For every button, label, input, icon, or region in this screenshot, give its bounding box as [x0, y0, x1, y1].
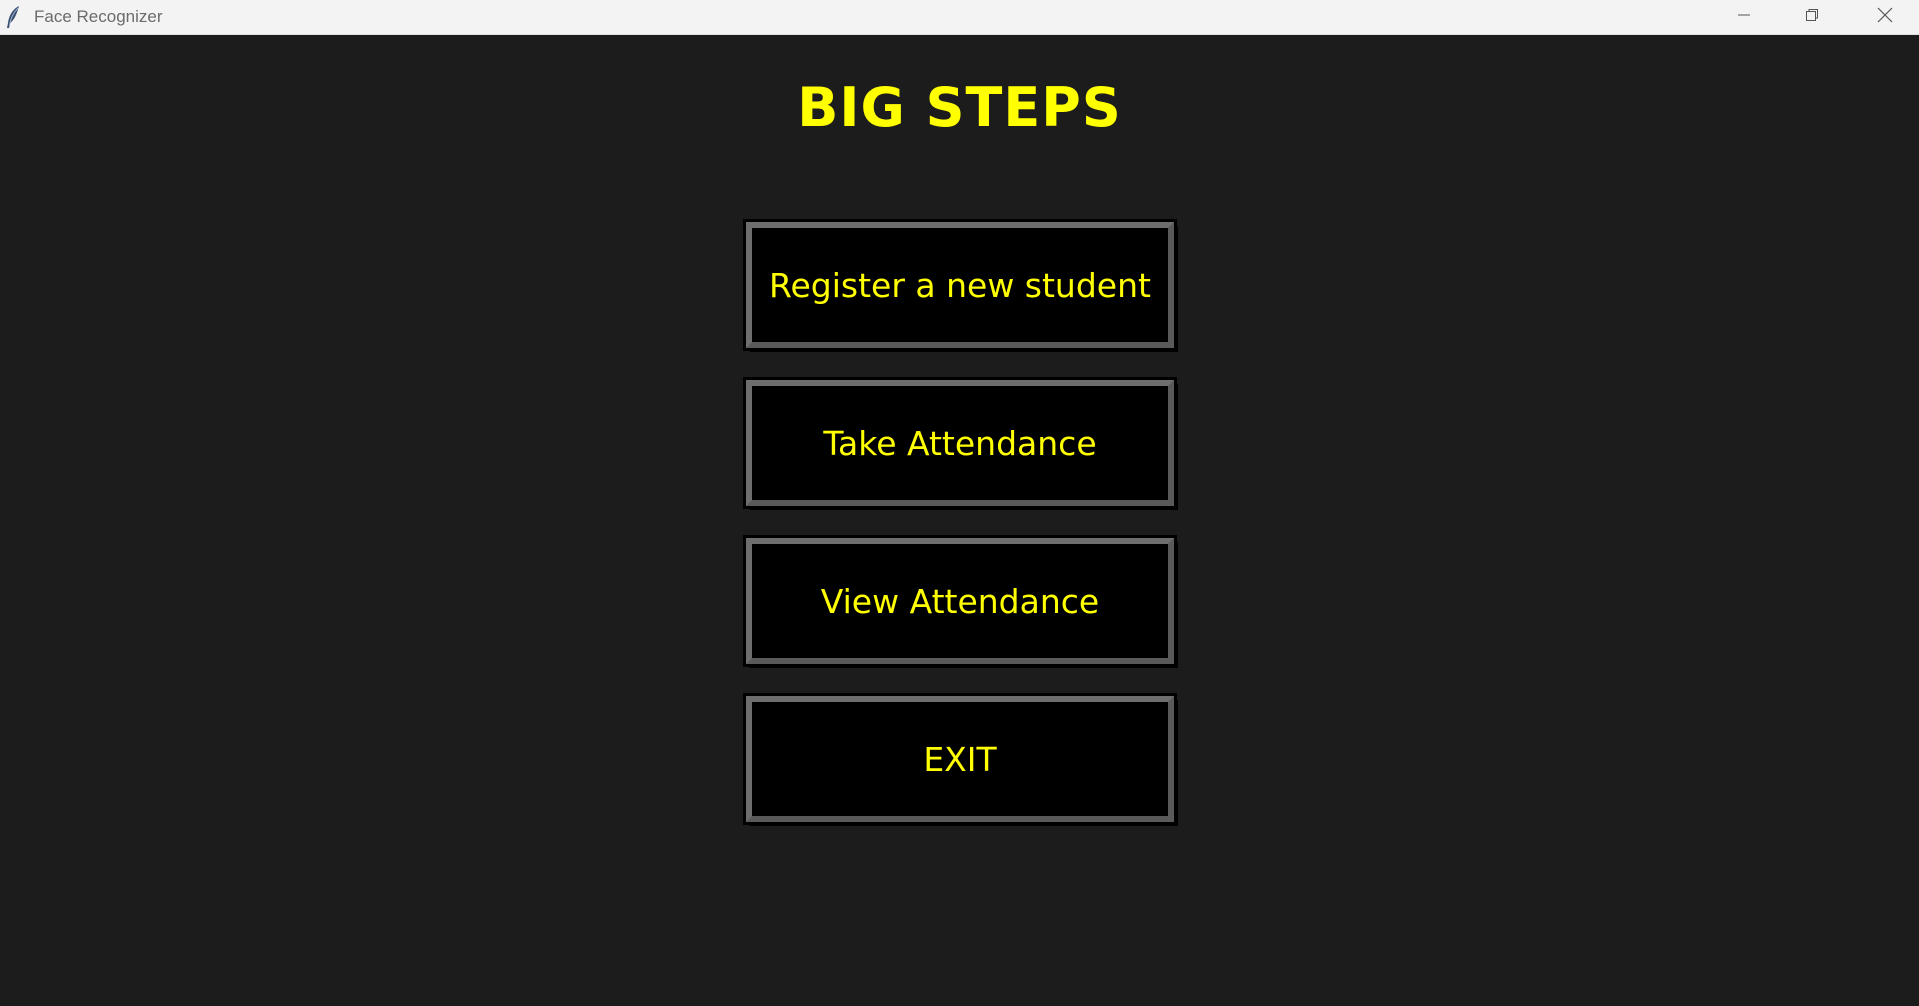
feather-icon [4, 5, 24, 29]
restore-button[interactable] [1778, 0, 1846, 34]
page-title: BIG STEPS [797, 76, 1122, 139]
exit-label: EXIT [923, 739, 997, 779]
main-content: BIG STEPS Register a new student Take At… [0, 35, 1919, 1006]
take-attendance-label: Take Attendance [823, 423, 1097, 463]
take-attendance-button[interactable]: Take Attendance [743, 377, 1177, 509]
register-student-button[interactable]: Register a new student [743, 219, 1177, 351]
minimize-icon [1736, 7, 1752, 27]
exit-button[interactable]: EXIT [743, 693, 1177, 825]
minimize-button[interactable] [1710, 0, 1778, 34]
title-bar[interactable]: Face Recognizer [0, 0, 1919, 35]
app-window: Face Recognizer BIG STEPS Register a new… [0, 0, 1919, 1006]
close-button[interactable] [1851, 0, 1919, 34]
close-icon [1876, 6, 1894, 28]
register-student-label: Register a new student [769, 265, 1151, 305]
window-title: Face Recognizer [34, 7, 163, 26]
view-attendance-button[interactable]: View Attendance [743, 535, 1177, 667]
view-attendance-label: View Attendance [820, 581, 1100, 621]
restore-icon [1804, 7, 1820, 27]
